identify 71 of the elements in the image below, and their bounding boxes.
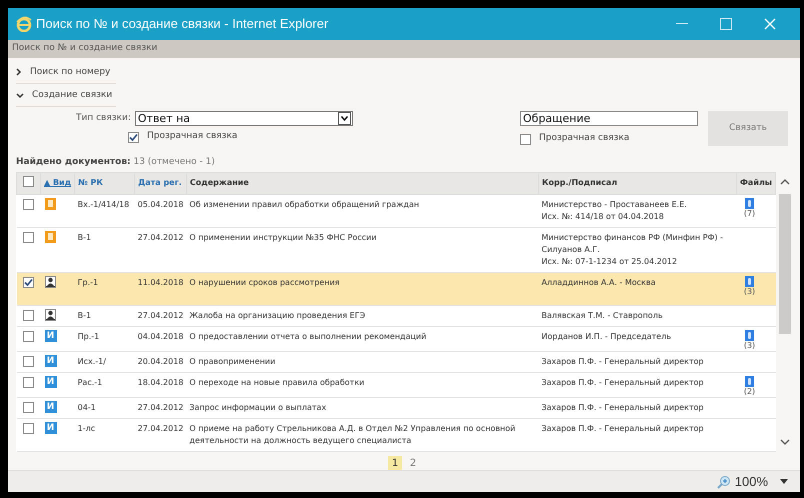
window-title: Поиск по № и создание связки - Internet Explorer — [36, 15, 328, 34]
document-content: О применении инструкции №35 ФНС России — [186, 227, 538, 272]
correspondent: Алладдиннов А.А. - Москва — [538, 272, 736, 306]
correspondent: Министерство - Проставанеев Е.Е. Исх. №: 414/18 от 04.04.2018 — [538, 194, 736, 228]
column-header: Содержание — [190, 178, 249, 188]
table-row[interactable]: И Пр.-1 04.04.2018 О предоставлении отчета о выполнении рекомендаций Иорданов И.П. - Председатель (3) — [16, 326, 776, 352]
internal-document-icon: И — [44, 376, 56, 388]
table-row[interactable]: И Рас.-1 18.04.2018 О переходе на новые правила обработки Захаров П.Ф. - Генеральный директор (2) — [16, 372, 776, 398]
registration-date: 18.04.2018 — [134, 372, 186, 398]
correspondent: Министерство финансов РФ (Минфин РФ) - Силуанов А.Г. Исх. №: 07-1-1234 от 25.04.2012 — [538, 227, 736, 272]
registration-date: 27.04.2012 — [134, 397, 186, 418]
file-count: (7) — [744, 208, 756, 219]
registration-date: 04.04.2018 — [134, 326, 186, 352]
correspondent: Захаров П.Ф. - Генеральный директор — [538, 397, 736, 418]
registration-date: 27.04.2012 — [134, 227, 186, 272]
document-content: О нарушении сроков рассмотрения — [186, 272, 538, 306]
section-header[interactable]: Поиск по номеру — [16, 62, 116, 84]
table-row[interactable]: Гр.-1 11.04.2018 О нарушении сроков рассмотрения Алладдиннов А.А. - Москва (3) — [16, 272, 776, 306]
internal-document-icon: И — [44, 422, 56, 434]
zoom-level[interactable]: 100% — [734, 472, 768, 492]
document-content: Жалоба на организацию проведения ЕГЭ — [186, 305, 538, 326]
page-link[interactable]: 2 — [406, 456, 420, 470]
table-row[interactable]: Вх.-1/414/18 05.04.2018 Об изменении правил обработки обращений граждан Министерство - Проставанеев Е.Е. Исх. №: 414/18 от 04.04.2018 (7) — [16, 194, 776, 228]
table-row[interactable]: В-1 27.04.2012 О применении инструкции №35 ФНС России Министерство финансов РФ (Минфин РФ) - Силуанов А.Г. Исх. №: 07-1-1234 от 25.04.2012 — [16, 227, 776, 272]
table-row[interactable]: В-1 27.04.2012 Жалоба на организацию проведения ЕГЭ Валявская Т.М. - Ставрополь — [16, 305, 776, 326]
document-number: 1-лс — [74, 418, 135, 452]
correspondent: Захаров П.Ф. - Генеральный директор — [538, 351, 736, 372]
internal-document-icon: И — [44, 330, 56, 342]
registration-date: 27.04.2012 — [134, 305, 186, 326]
page-link[interactable]: 1 — [388, 456, 402, 470]
document-content: Об изменении правил обработки обращений граждан — [186, 194, 538, 228]
column-header: Файлы — [740, 178, 772, 188]
checkbox-label: Прозрачная связка — [539, 132, 630, 146]
document-number: Гр.-1 — [74, 272, 135, 306]
document-number: Пр.-1 — [74, 326, 135, 352]
correspondent: Иорданов И.П. - Председатель — [538, 326, 736, 352]
registration-date: 05.04.2018 — [134, 194, 186, 228]
section-header[interactable]: Создание связки — [16, 86, 116, 108]
checkbox-label: Прозрачная связка — [147, 130, 238, 144]
document-content: О приеме на работу Стрельникова А.Д. в Отдел №2 Управления по основной деятельности на должность ведущего специалиста — [186, 418, 538, 452]
internal-document-icon: И — [44, 355, 56, 368]
table-row[interactable]: И 1-лс 27.04.2012 О приеме на работу Стрельникова А.Д. в Отдел №2 Управления по основной деятельности на должность ведущего специалиста Захаров П.Ф. - Генеральный директор — [16, 418, 776, 452]
correspondent: Захаров П.Ф. - Генеральный директор — [538, 372, 736, 398]
document-content: О переходе на новые правила обработки — [186, 372, 538, 398]
registration-date: 27.04.2012 — [134, 418, 186, 452]
found-count: Найдено документов: 13 (отмечено - 1) — [16, 156, 216, 170]
file-count: (2) — [744, 386, 756, 397]
correspondent: Валявская Т.М. - Ставрополь — [538, 305, 736, 326]
registration-date: 11.04.2018 — [134, 272, 186, 306]
column-header: Корр./Подписал — [542, 178, 618, 188]
document-number: 04-1 — [74, 397, 135, 418]
file-count: (3) — [744, 286, 756, 297]
target-field[interactable]: Обращение — [520, 111, 698, 126]
registration-date: 20.04.2018 — [134, 351, 186, 372]
correspondent: Захаров П.Ф. - Генеральный директор — [538, 418, 736, 452]
table-row[interactable]: И 04-1 27.04.2012 Запрос информации о выплатах Захаров П.Ф. - Генеральный директор — [16, 397, 776, 418]
internal-document-icon: И — [44, 401, 56, 414]
document-number: В-1 — [74, 305, 135, 326]
table-row[interactable]: И Исх.-1/ 20.04.2018 О правоприменении Захаров П.Ф. - Генеральный директор — [16, 351, 776, 372]
document-number: Рас.-1 — [74, 372, 135, 398]
link-type-dropdown[interactable]: Ответ на — [134, 111, 353, 126]
document-number: Вх.-1/414/18 — [74, 194, 135, 228]
document-content: О предоставлении отчета о выполнении рекомендаций — [186, 326, 538, 352]
breadcrumb: Поиск по № и создание связки — [12, 42, 158, 56]
field-label: Тип связки: — [76, 112, 131, 126]
document-number: В-1 — [74, 227, 135, 272]
document-content: О правоприменении — [186, 351, 538, 372]
file-count: (3) — [744, 340, 756, 351]
column-header[interactable]: № РК — [78, 178, 103, 188]
document-number: Исх.-1/ — [74, 351, 135, 372]
document-content: Запрос информации о выплатах — [186, 397, 538, 418]
